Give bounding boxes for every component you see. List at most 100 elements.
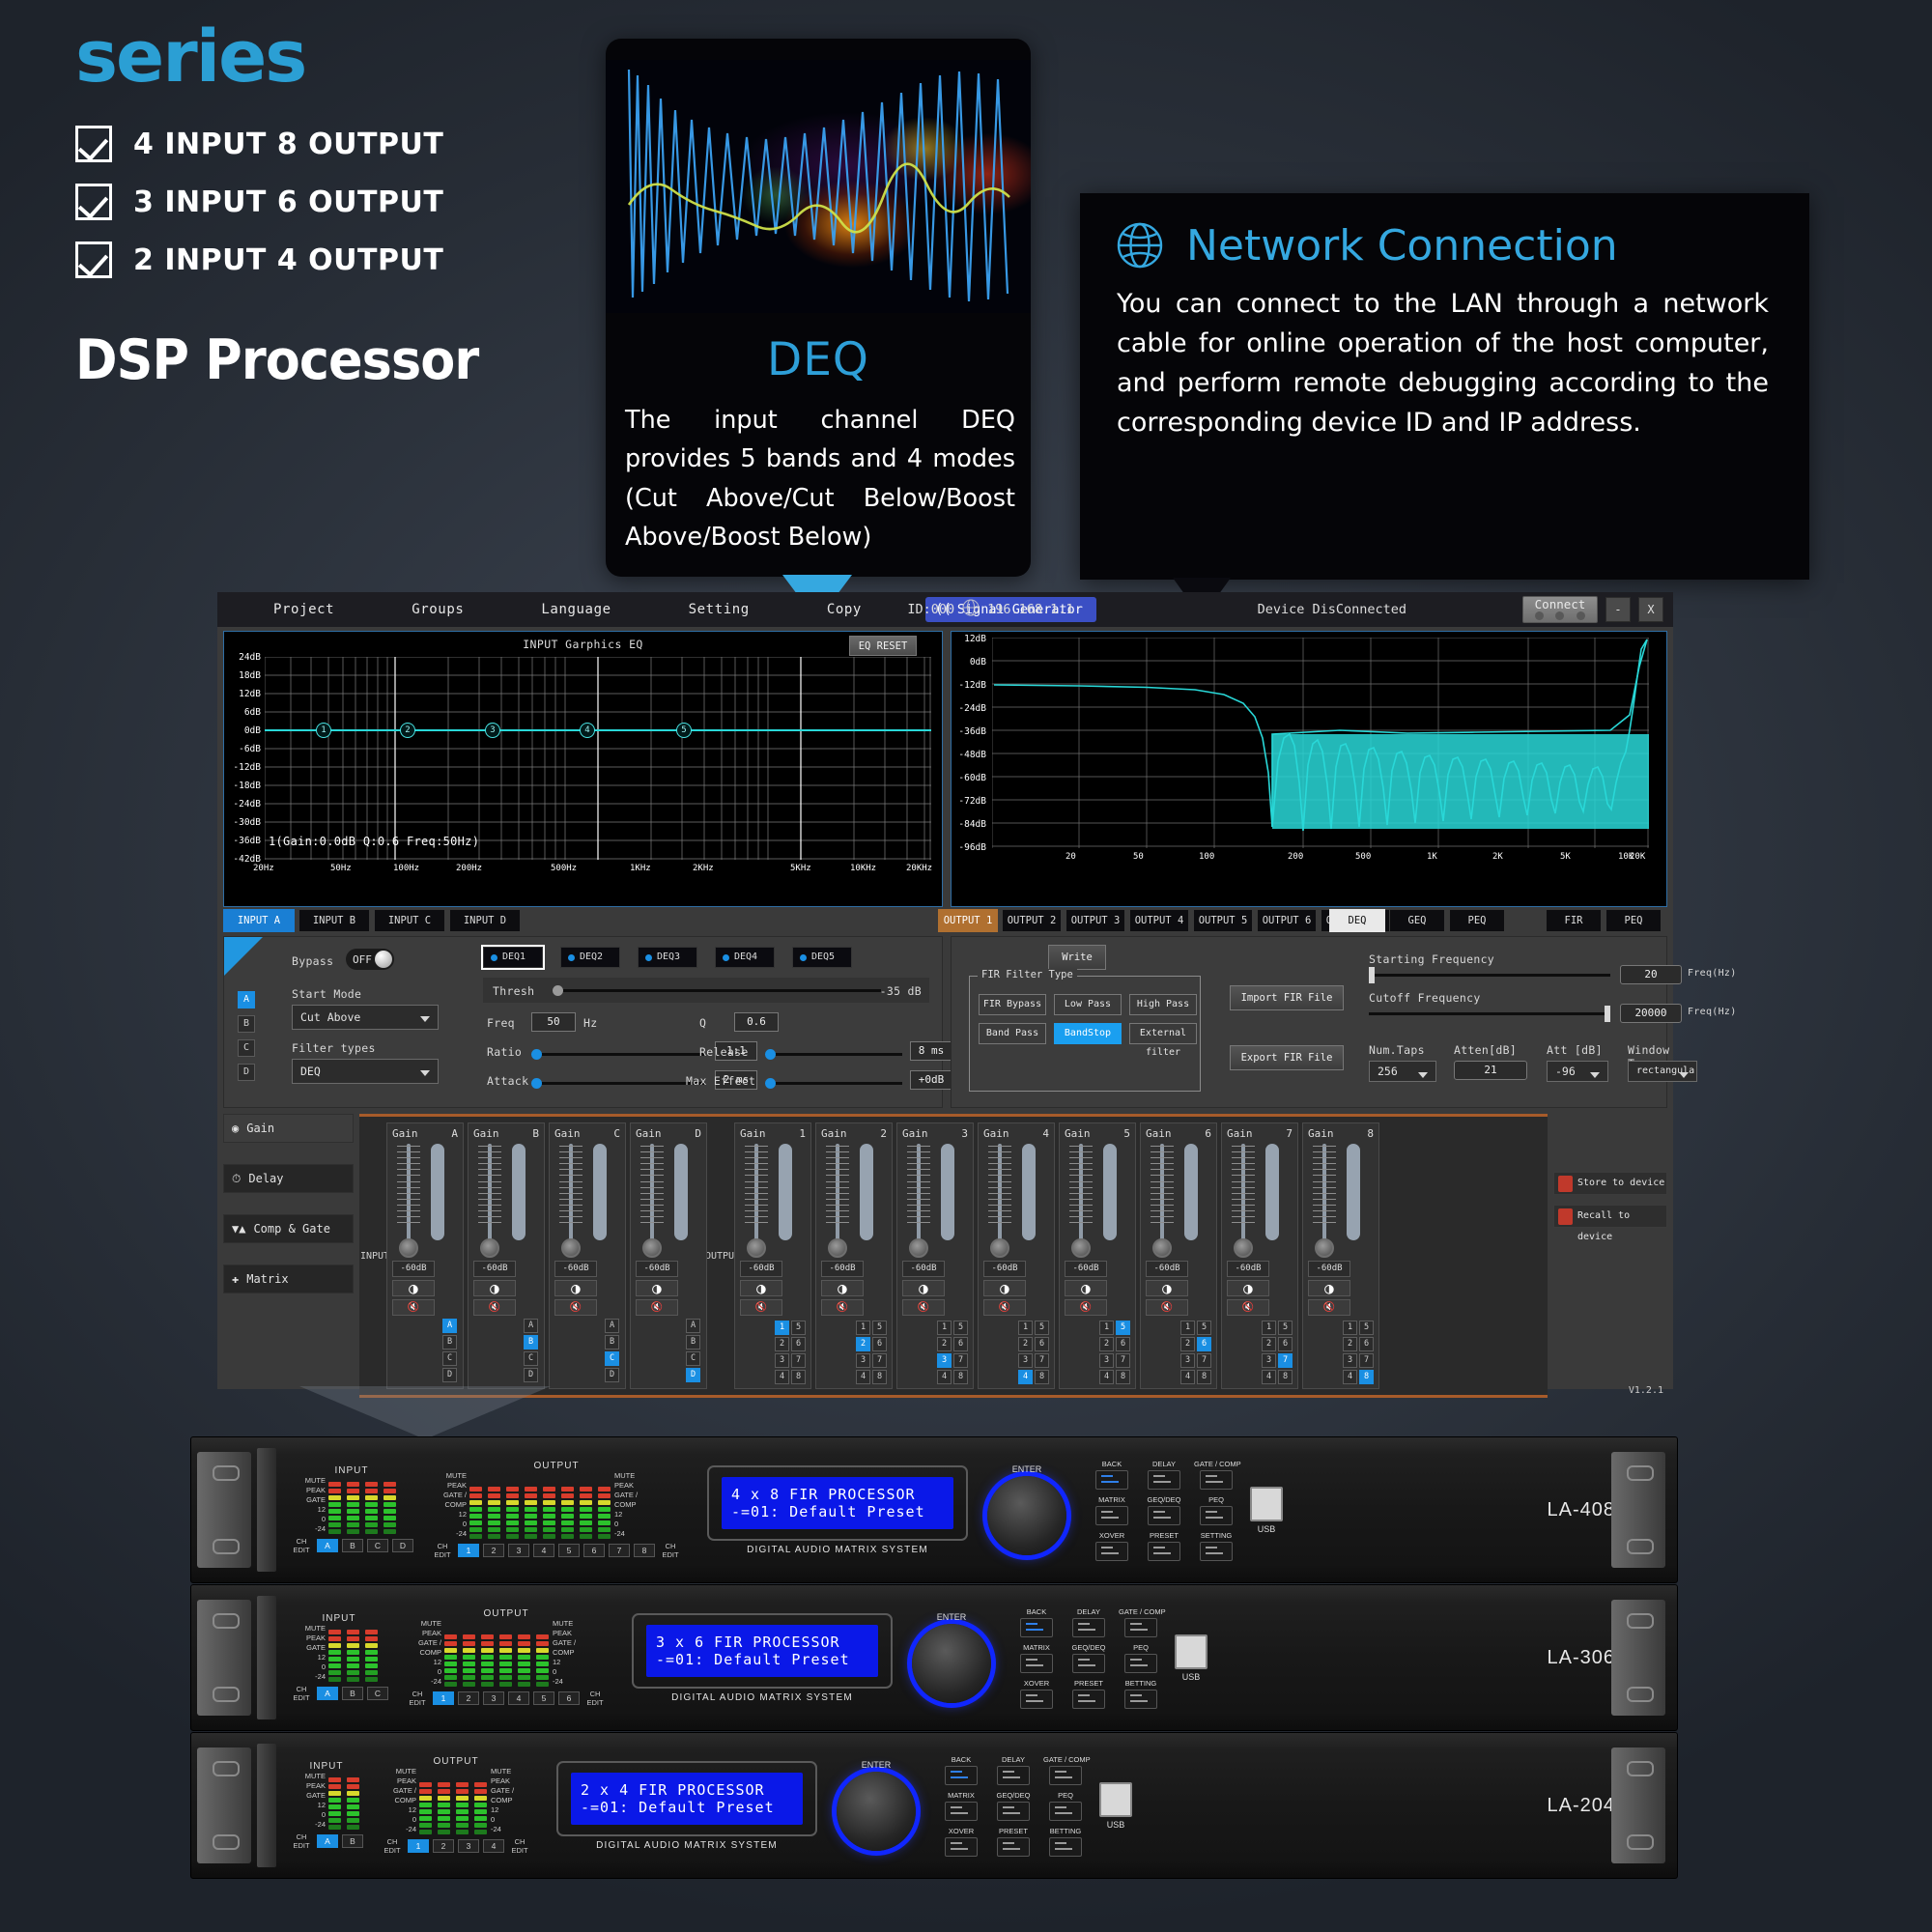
route-button[interactable]: 6 <box>1278 1337 1293 1351</box>
menu-item-project[interactable]: Project <box>235 597 373 622</box>
route-button[interactable]: 1 <box>1018 1321 1033 1335</box>
phase-button[interactable]: ◑ <box>636 1279 678 1297</box>
channel-strip-input-b[interactable]: Gain B -60dB ◑ 🔇 A B C D <box>468 1122 545 1389</box>
route-button[interactable]: 6 <box>1197 1337 1211 1351</box>
gain-db-value[interactable]: -60dB <box>1065 1261 1107 1277</box>
route-button[interactable]: 7 <box>953 1353 968 1368</box>
route-button[interactable]: 5 <box>1197 1321 1211 1335</box>
betting-button[interactable]: BETTING <box>1043 1827 1088 1857</box>
delay-button[interactable]: DELAY <box>1066 1607 1111 1637</box>
sidebar-item-comp-gate[interactable]: ▼▲ Comp & Gate <box>223 1214 354 1243</box>
channel-strip-input-a[interactable]: Gain A -60dB ◑ 🔇 A B C D <box>386 1122 464 1389</box>
route-button[interactable]: 7 <box>1035 1353 1049 1368</box>
gain-db-value[interactable]: -60dB <box>636 1261 678 1277</box>
channel-button-b[interactable]: B <box>238 1015 255 1033</box>
route-button[interactable]: 5 <box>1278 1321 1293 1335</box>
sidebar-item-matrix[interactable]: ✚ Matrix <box>223 1264 354 1293</box>
tab-geq[interactable]: GEQ <box>1389 909 1445 932</box>
route-button[interactable]: 8 <box>1035 1370 1049 1384</box>
eq-band-marker-1[interactable]: 1 <box>316 723 331 738</box>
matrix-button[interactable]: MATRIX <box>1014 1643 1059 1673</box>
route-button[interactable]: 1 <box>937 1321 952 1335</box>
channel-strip-input-d[interactable]: Gain D -60dB ◑ 🔇 A B C D <box>630 1122 707 1389</box>
sidebar-item-delay[interactable]: ⏱ Delay <box>223 1164 354 1193</box>
close-button[interactable]: X <box>1638 597 1663 622</box>
mute-button[interactable]: 🔇 <box>1308 1299 1350 1316</box>
route-button[interactable]: B <box>605 1335 619 1350</box>
route-button[interactable]: 7 <box>1197 1353 1211 1368</box>
output-ch-2-button[interactable]: 2 <box>458 1691 479 1706</box>
route-button[interactable]: 7 <box>1278 1353 1293 1368</box>
xover-button[interactable]: XOVER <box>1014 1679 1059 1709</box>
thresh-slider[interactable] <box>553 985 881 996</box>
route-button[interactable]: 2 <box>1099 1337 1114 1351</box>
route-button[interactable]: D <box>442 1368 457 1382</box>
write-button[interactable]: Write <box>1048 945 1106 970</box>
route-button[interactable]: 2 <box>775 1337 789 1351</box>
route-button[interactable]: 3 <box>1262 1353 1276 1368</box>
channel-button-d[interactable]: D <box>238 1064 255 1081</box>
tab-output-6[interactable]: OUTPUT 6 <box>1257 909 1317 932</box>
phase-button[interactable]: ◑ <box>554 1279 597 1297</box>
peq-button[interactable]: PEQ <box>1194 1495 1238 1525</box>
output-ch-6-button[interactable]: 6 <box>583 1544 605 1558</box>
output-ch-4-button[interactable]: 4 <box>508 1691 529 1706</box>
route-button[interactable]: 4 <box>1018 1370 1033 1384</box>
matrix-button[interactable]: MATRIX <box>939 1791 983 1821</box>
gain-fader[interactable] <box>392 1144 425 1258</box>
phase-button[interactable]: ◑ <box>473 1279 516 1297</box>
route-button[interactable]: B <box>686 1335 700 1350</box>
menu-item-groups[interactable]: Groups <box>373 597 502 622</box>
gate-comp-button[interactable]: GATE / COMP <box>1119 1607 1166 1637</box>
channel-strip-input-c[interactable]: Gain C -60dB ◑ 🔇 A B C D <box>549 1122 626 1389</box>
mute-button[interactable]: 🔇 <box>554 1299 597 1316</box>
route-button[interactable]: 4 <box>1099 1370 1114 1384</box>
route-button[interactable]: 5 <box>1359 1321 1374 1335</box>
output-ch-6-button[interactable]: 6 <box>558 1691 580 1706</box>
output-ch-3-button[interactable]: 3 <box>483 1691 504 1706</box>
release-slider[interactable] <box>765 1049 902 1060</box>
route-button[interactable]: 1 <box>775 1321 789 1335</box>
eq-band-marker-3[interactable]: 3 <box>485 723 500 738</box>
route-button[interactable]: 6 <box>953 1337 968 1351</box>
route-button[interactable]: 7 <box>791 1353 806 1368</box>
filter-types-select[interactable]: DEQ <box>292 1059 439 1084</box>
output-ch-2-button[interactable]: 2 <box>483 1544 504 1558</box>
route-button[interactable]: C <box>442 1351 457 1366</box>
low-pass-button[interactable]: Low Pass <box>1054 994 1122 1015</box>
minimize-button[interactable]: - <box>1605 597 1631 622</box>
input-ch-d-button[interactable]: D <box>392 1539 413 1553</box>
output-ch-1-button[interactable]: 1 <box>458 1544 479 1558</box>
tab-input-d[interactable]: INPUT D <box>449 909 521 932</box>
input-ch-c-button[interactable]: C <box>367 1539 388 1553</box>
gain-db-value[interactable]: -60dB <box>473 1261 516 1277</box>
rotary-encoder-knob[interactable] <box>837 1772 916 1851</box>
route-button[interactable]: 1 <box>1180 1321 1195 1335</box>
eq-plot-area[interactable]: 24dB 18dB 12dB 6dB 0dB -6dB -12dB -18dB … <box>224 652 942 906</box>
eq-reset-button[interactable]: EQ RESET <box>849 636 917 656</box>
channel-strip-output-4[interactable]: Gain 4 -60dB ◑ 🔇 1 5 2 6 3 7 4 8 <box>978 1122 1055 1389</box>
output-ch-5-button[interactable]: 5 <box>558 1544 580 1558</box>
output-ch-2-button[interactable]: 2 <box>433 1839 454 1854</box>
route-button[interactable]: C <box>605 1351 619 1366</box>
starting-frequency-slider[interactable] <box>1369 967 1610 983</box>
geq-deq-button[interactable]: GEQ/DEQ <box>1142 1495 1186 1525</box>
route-button[interactable]: 4 <box>937 1370 952 1384</box>
route-button[interactable]: 2 <box>856 1337 870 1351</box>
route-button[interactable]: A <box>442 1319 457 1333</box>
route-button[interactable]: 4 <box>775 1370 789 1384</box>
usb-port-icon[interactable] <box>1250 1486 1283 1521</box>
mute-button[interactable]: 🔇 <box>740 1299 782 1316</box>
connect-button[interactable]: Connect <box>1522 596 1598 623</box>
route-button[interactable]: C <box>686 1351 700 1366</box>
band-pass-button[interactable]: Band Pass <box>979 1023 1046 1044</box>
input-ch-b-button[interactable]: B <box>342 1834 363 1849</box>
mute-button[interactable]: 🔇 <box>902 1299 945 1316</box>
gain-fader[interactable] <box>473 1144 506 1258</box>
external-filter-button[interactable]: External filter <box>1129 1023 1197 1058</box>
delay-button[interactable]: DELAY <box>991 1755 1036 1785</box>
output-ch-1-button[interactable]: 1 <box>408 1839 429 1854</box>
route-button[interactable]: 4 <box>856 1370 870 1384</box>
route-button[interactable]: 2 <box>1180 1337 1195 1351</box>
phase-button[interactable]: ◑ <box>983 1279 1026 1297</box>
